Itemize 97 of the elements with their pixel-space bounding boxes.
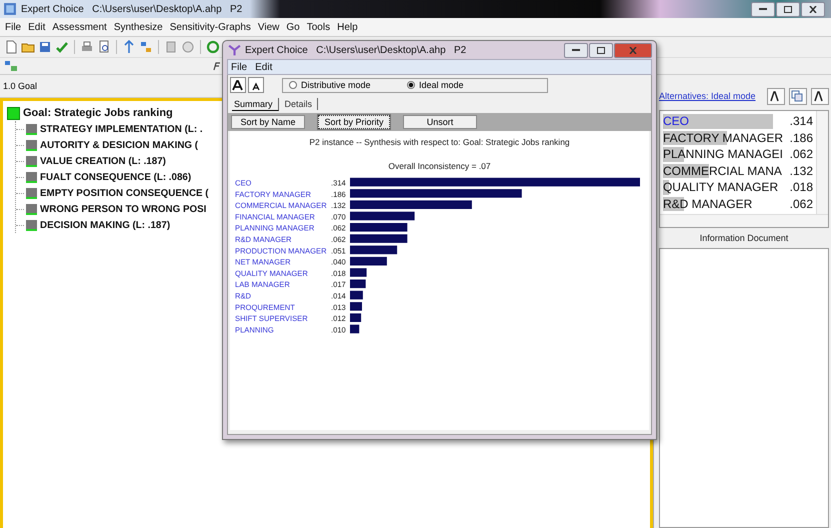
app-icon[interactable] <box>227 43 241 57</box>
sort-button[interactable]: Sort by Priority <box>318 115 390 129</box>
menu-item[interactable]: Help <box>337 22 358 32</box>
close-icon <box>809 6 817 12</box>
bar <box>350 234 408 243</box>
app-icon[interactable] <box>3 2 17 16</box>
bar <box>350 256 387 266</box>
tree-item[interactable]: DECISION MAKING (L: .187) <box>40 220 170 230</box>
radio-label[interactable]: Distributive mode <box>301 80 371 90</box>
bar <box>350 290 363 300</box>
tree-item[interactable]: STRATEGY IMPLEMENTATION (L: . <box>40 124 203 134</box>
new-file-icon[interactable] <box>4 40 18 54</box>
printer-icon[interactable] <box>80 40 94 54</box>
tree-item[interactable]: EMPTY POSITION CONSEQUENCE ( <box>40 188 209 198</box>
dialog-title: Expert Choice C:\Users\user\Desktop\A.ahp P2 <box>245 44 466 56</box>
maximize-icon <box>784 6 792 12</box>
bar <box>350 268 367 277</box>
menu-item[interactable]: File <box>231 62 248 72</box>
sort-button[interactable]: Unsort <box>403 115 477 129</box>
alternative-name[interactable]: CEO <box>662 114 783 128</box>
tree-item[interactable]: FUALT CONSEQUENCE (L: .086) <box>40 172 192 182</box>
alternative-name[interactable]: COMMERCIAL MANA <box>662 164 783 178</box>
tab[interactable]: Summary <box>232 98 279 110</box>
copy-icon[interactable] <box>789 88 807 104</box>
close-button[interactable] <box>801 2 825 16</box>
criterion-node-icon <box>26 188 37 198</box>
minimize-icon <box>759 8 767 10</box>
function-icon[interactable] <box>212 61 222 71</box>
criterion-node-icon <box>26 156 37 166</box>
alternative-value: .132 <box>788 164 813 178</box>
menu-item[interactable]: Edit <box>28 22 46 32</box>
alternative-name[interactable]: FACTORY MANAGER <box>662 130 783 145</box>
font-smaller-icon[interactable] <box>248 77 264 93</box>
close-icon <box>629 46 637 54</box>
alternative-value: .186 <box>788 130 813 145</box>
bar <box>350 324 360 334</box>
radio-label[interactable]: Ideal mode <box>419 80 464 90</box>
node-up-icon[interactable] <box>122 40 136 54</box>
criterion-node-icon <box>26 204 37 214</box>
alternative-name[interactable]: QUALITY MANAGER <box>662 180 783 194</box>
goal-node-icon <box>7 106 20 120</box>
bar <box>350 223 408 232</box>
font-larger-icon[interactable] <box>230 77 246 93</box>
tree-item[interactable]: AUTORITY & DESICION MAKING ( <box>40 140 198 150</box>
preview-icon[interactable] <box>97 40 111 54</box>
alternative-value: .062 <box>788 147 813 162</box>
page-icon[interactable] <box>164 40 178 54</box>
minimize-icon <box>572 48 580 52</box>
refresh-icon[interactable] <box>206 40 220 54</box>
sort-button[interactable]: Sort by Name <box>231 115 305 129</box>
alternative-value: .062 <box>788 196 813 211</box>
menu-item[interactable]: Edit <box>255 62 272 72</box>
radio-button[interactable] <box>289 81 297 89</box>
menu-item[interactable]: Synthesize <box>114 22 163 32</box>
maximize-button[interactable] <box>589 42 613 58</box>
tree-view-icon[interactable] <box>4 59 18 73</box>
alternative-value: .314 <box>788 114 813 128</box>
close-button[interactable] <box>614 42 652 58</box>
inconsistency-text: Overall Inconsistency = .07 <box>388 161 491 171</box>
tree-item[interactable]: Goal: Strategic Jobs ranking <box>23 107 173 119</box>
criterion-node-icon <box>26 220 37 230</box>
alternative-name[interactable]: PLANNING MANAGEI <box>662 147 783 162</box>
bar <box>350 280 366 288</box>
minimize-button[interactable] <box>564 42 588 58</box>
tree-item[interactable]: VALUE CREATION (L: .187) <box>40 156 166 166</box>
criterion-node-icon <box>26 172 37 182</box>
window-title: Expert Choice C:\Users\user\Desktop\A.ahp P2 <box>21 4 242 14</box>
check-icon[interactable] <box>55 40 69 54</box>
save-icon[interactable] <box>38 40 52 54</box>
tree-item[interactable]: WRONG PERSON TO WRONG POSI <box>40 204 206 214</box>
bar <box>350 246 398 254</box>
radio-button[interactable] <box>407 81 415 89</box>
menu-item[interactable]: File <box>5 22 22 32</box>
criterion-node-icon <box>26 140 37 150</box>
tab[interactable]: Details <box>282 98 318 110</box>
goal-label: 1.0 Goal <box>3 81 38 91</box>
minimize-button[interactable] <box>751 2 775 16</box>
node-tree-icon[interactable] <box>139 40 153 54</box>
menu-item[interactable]: Go <box>286 22 300 32</box>
maximize-button[interactable] <box>776 2 800 16</box>
bar <box>350 313 362 322</box>
alternative-name[interactable]: R&D MANAGER <box>662 196 783 211</box>
info-document-title: Information Document <box>698 232 790 245</box>
vertical-scrollbar[interactable] <box>816 111 828 214</box>
alternative-value: .018 <box>788 180 813 194</box>
criterion-node-icon <box>26 124 37 134</box>
maximize-icon <box>597 46 605 54</box>
disc-icon[interactable] <box>181 40 195 54</box>
menu-item[interactable]: Sensitivity-Graphs <box>170 22 251 32</box>
bar <box>350 302 362 311</box>
synthesis-title: P2 instance -- Synthesis with respect to: Goal: Strategic Jobs ranking <box>309 137 570 147</box>
menu-item[interactable]: Tools <box>306 22 330 32</box>
horizontal-scrollbar[interactable] <box>660 214 828 227</box>
menu-item[interactable]: Assessment <box>52 22 107 32</box>
menu-item[interactable]: View <box>258 22 280 32</box>
bar <box>350 212 415 220</box>
alternatives-link[interactable]: Alternatives: Ideal mode <box>658 91 756 101</box>
